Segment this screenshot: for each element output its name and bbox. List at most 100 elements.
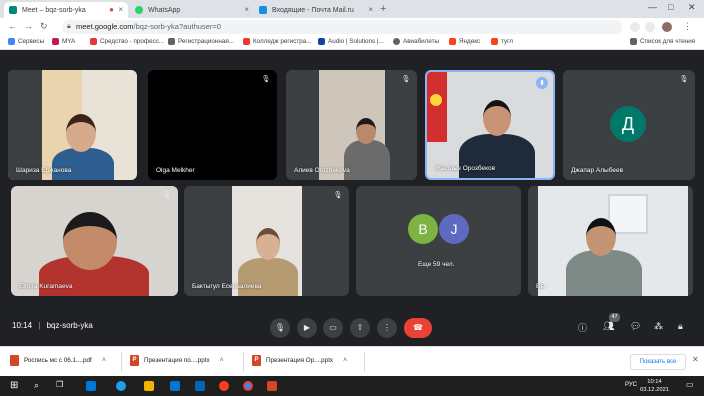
bookmark-label: MYA (62, 38, 76, 45)
bookmark-icon (52, 38, 59, 45)
avatar-initial: Д (621, 114, 635, 134)
yandex-icon (449, 38, 456, 45)
divider (121, 352, 122, 372)
participant-tile-others[interactable]: B J Еще 59 чел. (356, 186, 521, 296)
reload-icon[interactable]: ↻ (40, 21, 48, 32)
menu-icon[interactable]: ⋮ (683, 21, 692, 32)
download-item[interactable]: Роспись мс с 06.1....pdf ˄ (10, 355, 106, 366)
meeting-time: 10:14 (12, 321, 33, 330)
avatar-initial: J (450, 221, 458, 237)
bookmark-mya[interactable]: MYA (52, 38, 75, 45)
chevron-up-icon[interactable]: ˄ (220, 357, 224, 364)
mail-icon[interactable] (195, 381, 205, 391)
avatar-initial: B (418, 221, 428, 237)
close-icon[interactable]: ✕ (692, 355, 699, 364)
search-icon[interactable]: ⌕ (34, 380, 39, 391)
meeting-info: 10:14 | bqz-sorb-yka (12, 321, 93, 330)
close-window-icon[interactable]: ✕ (688, 2, 696, 13)
separator: | (38, 321, 41, 330)
bookmark-yandex[interactable]: Яндекс (449, 38, 480, 45)
notifications-icon[interactable]: ▭ (686, 380, 694, 389)
chevron-up-icon[interactable]: ˄ (102, 357, 106, 364)
chevron-up-icon[interactable]: ˄ (343, 357, 347, 364)
camera-button[interactable]: ▶ (297, 318, 317, 338)
participant-face (63, 212, 117, 270)
reading-list[interactable]: Список для чтения (630, 38, 695, 45)
taskbar-clock[interactable]: 10:14 03.12.2021 (640, 378, 669, 394)
participant-tile-self[interactable]: Вы (528, 186, 693, 296)
task-view-icon[interactable]: ❐ (56, 380, 63, 389)
extension-icon[interactable] (645, 22, 655, 32)
forward-icon[interactable]: → (24, 21, 33, 31)
activities-icon[interactable]: ⁂ (654, 321, 663, 332)
people-icon[interactable]: 👥︎ (603, 321, 614, 332)
edge-icon[interactable] (116, 381, 126, 391)
bookmark-label: Audio | Solutions |... (328, 38, 384, 45)
bookmark-icon (243, 38, 250, 45)
store-icon[interactable] (86, 381, 96, 391)
bookmark-registration[interactable]: Регистрационная... (168, 38, 234, 45)
maximize-icon[interactable]: □ (668, 2, 673, 12)
chrome-icon[interactable] (243, 381, 253, 391)
participant-tile[interactable]: 🎙︎ Бактыгул Есенаалиева (184, 186, 349, 296)
participant-name: Бактыгул Есенаалиева (192, 283, 262, 290)
bookmark-label: тугл (501, 38, 513, 45)
tab-whatsapp[interactable]: WhatsApp × (130, 2, 254, 18)
powerpoint-icon[interactable] (267, 381, 277, 391)
host-controls-icon[interactable]: 🔒︎ (678, 321, 683, 332)
divider (243, 352, 244, 372)
leave-call-button[interactable]: ☎ (404, 318, 432, 338)
tab-meet[interactable]: Meet – bqz-sorb-yka ● × (4, 2, 128, 18)
tab-label: Meet – bqz-sorb-yka (22, 6, 86, 14)
back-icon[interactable]: ← (8, 21, 17, 31)
apps-icon (8, 38, 15, 45)
rec-dot-icon: ● (109, 5, 114, 14)
participant-tile[interactable]: 🎙︎ Olga Melkher (148, 70, 277, 180)
reading-list-label: Список для чтения (640, 38, 696, 45)
bookmark-label: Яндекс (459, 38, 481, 45)
participant-count-badge: 47 (609, 313, 620, 322)
participant-tile-active[interactable]: ▮ Жылдыз Орозбеков (425, 70, 555, 180)
participant-name: Elmira Kuramaeva (19, 283, 73, 290)
address-bar[interactable]: 🔒︎ meet.google.com/bqz-sorb-yka?authuser… (62, 20, 622, 34)
store-bag-icon[interactable] (170, 381, 180, 391)
download-item[interactable]: P Презентация по....pptx ˄ (130, 355, 224, 366)
participant-tile[interactable]: 🎙︎ Шариза Ержанова (8, 70, 137, 180)
more-options-button[interactable]: ⋮ (377, 318, 397, 338)
participant-video (238, 258, 298, 296)
close-icon[interactable]: × (118, 5, 123, 14)
info-icon[interactable]: ⓘ (578, 321, 587, 334)
participant-video (566, 250, 642, 296)
download-item[interactable]: P Презентация Ор....pptx ˄ (252, 355, 347, 366)
yandex-icon[interactable] (219, 381, 229, 391)
participant-tile[interactable]: 🎙︎ Elmira Kuramaeva (11, 186, 178, 296)
camera-indicator-icon[interactable] (630, 22, 640, 32)
close-icon[interactable]: × (244, 5, 249, 14)
bookmark-audio[interactable]: Audio | Solutions |... (318, 38, 384, 45)
bookmark-avia[interactable]: Авиабилеты (393, 38, 439, 45)
chat-icon[interactable]: 💬︎ (630, 321, 641, 332)
bookmark-college[interactable]: Колледж регистра... (243, 38, 311, 45)
explorer-icon[interactable] (144, 381, 154, 391)
show-all-button[interactable]: Показать все (630, 354, 686, 370)
participant-tile[interactable]: Д 🎙︎ Джапар Алыбеев (563, 70, 695, 180)
clock-date: 03.12.2021 (640, 387, 670, 393)
bookmark-sredstvo[interactable]: Средство - професс... (90, 38, 164, 45)
captions-button[interactable]: ▭ (323, 318, 343, 338)
mic-button[interactable]: 🎙︎ (270, 318, 290, 338)
participant-video (344, 140, 390, 180)
minimize-icon[interactable]: — (648, 2, 657, 12)
flag-emblem (430, 94, 442, 106)
present-button[interactable]: ⇧ (350, 318, 370, 338)
windows-start-icon[interactable]: ⊞ (10, 380, 18, 391)
bookmark-services[interactable]: Сервисы (8, 38, 44, 45)
close-icon[interactable]: × (368, 5, 373, 14)
participant-tile[interactable]: 🎙︎ Алиев Orozbekova (286, 70, 417, 180)
input-language[interactable]: РУС (625, 382, 637, 388)
more-participants-label: Еще 59 чел. (418, 261, 455, 268)
new-tab-button[interactable]: + (380, 3, 386, 15)
mic-off-icon: 🎙︎ (401, 76, 411, 83)
profile-avatar[interactable] (662, 22, 672, 32)
tab-mail[interactable]: Входящие - Почта Mail.ru × (254, 2, 378, 18)
bookmark-google[interactable]: тугл (491, 38, 513, 45)
